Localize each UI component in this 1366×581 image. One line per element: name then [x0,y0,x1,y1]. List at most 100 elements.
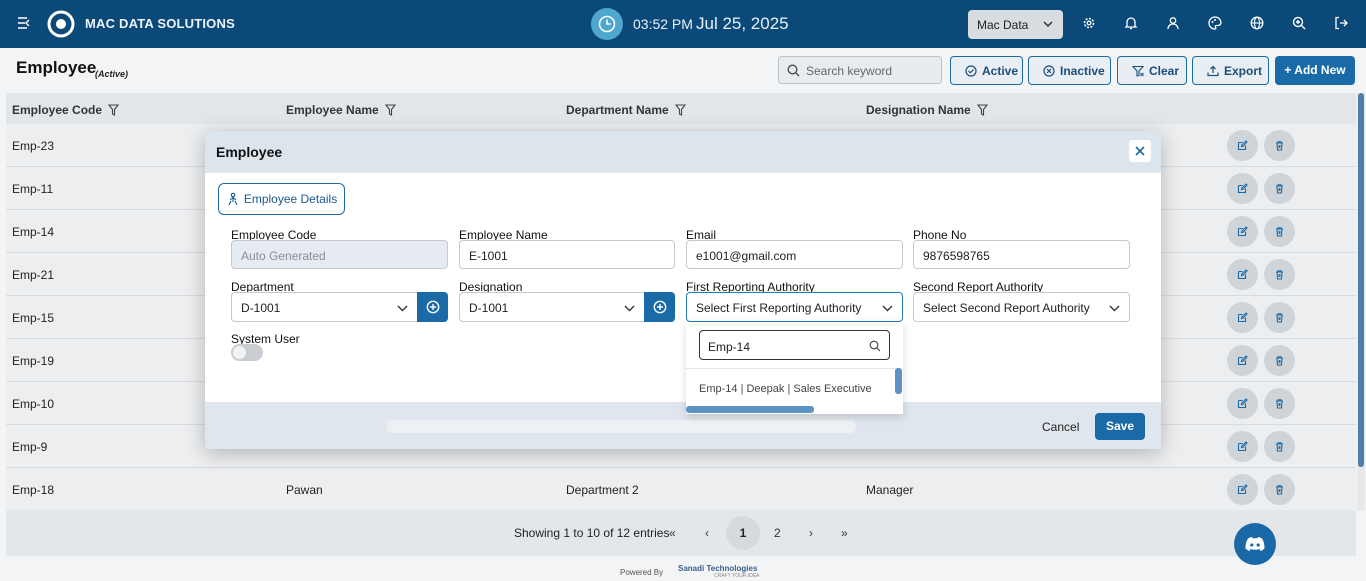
gear-icon[interactable] [1082,16,1098,32]
next-page-button[interactable]: › [809,526,813,540]
page-2-button[interactable]: 2 [774,526,781,540]
palette-icon[interactable] [1208,16,1224,32]
save-button[interactable]: Save [1095,413,1145,440]
edit-button[interactable] [1227,216,1258,247]
edit-button[interactable] [1227,474,1258,505]
table-cell: Emp-14 [12,225,55,239]
delete-button[interactable] [1264,474,1295,505]
add-department-button[interactable] [417,292,448,322]
delete-button[interactable] [1264,388,1295,419]
edit-icon [1237,484,1248,495]
first-authority-value: Select First Reporting Authority [696,301,862,315]
logout-icon[interactable] [1334,16,1350,32]
add-designation-button[interactable] [644,292,675,322]
delete-button[interactable] [1264,431,1295,462]
chevron-down-icon [882,303,893,313]
department-select[interactable]: D-1001 [231,292,418,322]
menu-toggle-icon[interactable] [17,16,33,30]
page-scrollbar-thumb[interactable] [1358,93,1364,467]
table-cell: Manager [866,483,914,497]
column-header-department-name[interactable]: Department Name [566,103,686,117]
system-user-toggle[interactable] [231,344,263,361]
edit-button[interactable] [1227,259,1258,290]
tab-employee-details[interactable]: Employee Details [218,183,345,215]
column-header-designation-name[interactable]: Designation Name [866,103,988,117]
delete-button[interactable] [1264,259,1295,290]
delete-button[interactable] [1264,302,1295,333]
cancel-button[interactable]: Cancel [1042,420,1079,434]
filter-icon[interactable] [976,104,988,116]
trash-icon [1276,313,1283,323]
employee-code-field[interactable]: Auto Generated [231,240,448,269]
clock-icon [591,8,623,40]
first-page-button[interactable]: « [669,526,676,540]
table-cell: Department 2 [566,483,639,497]
footer-company-name: Sanadi Technologies [678,564,758,573]
page-1-button[interactable]: 1 [726,516,760,550]
dropdown-search-value: Emp-14 [708,340,751,354]
zoom-icon[interactable] [1292,16,1308,32]
delete-button[interactable] [1264,345,1295,376]
delete-button[interactable] [1264,130,1295,161]
edit-icon [1237,183,1248,194]
dropdown-search-input[interactable]: Emp-14 [699,330,890,360]
edit-button[interactable] [1227,130,1258,161]
employee-name-field[interactable]: E-1001 [459,240,675,269]
globe-icon[interactable] [1250,16,1266,32]
edit-button[interactable] [1227,302,1258,333]
last-page-button[interactable]: » [841,526,848,540]
clear-button[interactable]: Clear [1117,56,1187,85]
edit-button[interactable] [1227,388,1258,419]
dropdown-option[interactable]: Emp-14 | Deepak | Sales Executive [699,383,872,395]
edit-button[interactable] [1227,431,1258,462]
edit-button[interactable] [1227,345,1258,376]
filter-icon[interactable] [108,104,120,116]
modal-header: Employee [205,131,1161,173]
pagination-summary: Showing 1 to 10 of 12 entries [514,526,670,540]
column-header-employee-code[interactable]: Employee Code [12,103,120,117]
table-row[interactable]: Emp-18 Pawan Department 2 Manager [6,468,1356,511]
delete-button[interactable] [1264,216,1295,247]
first-authority-select[interactable]: Select First Reporting Authority [686,292,903,322]
column-header-employee-name[interactable]: Employee Name [286,103,396,117]
filter-icon[interactable] [674,104,686,116]
trash-icon [1276,270,1283,280]
table-cell: Emp-10 [12,397,55,411]
team-icon [228,192,238,206]
chevron-down-icon [1109,303,1120,313]
edit-button[interactable] [1227,173,1258,204]
inactive-button[interactable]: Inactive [1028,56,1111,85]
dropdown-scrollbar-vertical[interactable] [895,368,902,394]
active-button[interactable]: Active [950,56,1023,85]
department-value: D-1001 [241,301,281,315]
table-cell: Emp-15 [12,311,55,325]
export-button[interactable]: Export [1192,56,1269,85]
designation-select[interactable]: D-1001 [459,292,645,322]
bell-icon[interactable] [1124,16,1140,32]
column-header-label: Employee Name [286,103,379,117]
user-icon[interactable] [1166,16,1182,32]
dropdown-scrollbar-horizontal[interactable] [686,406,814,413]
company-select-value: Mac Data [977,18,1029,32]
phone-value: 9876598765 [923,249,990,263]
edit-icon [1237,312,1248,323]
email-field[interactable]: e1001@gmail.com [686,240,903,269]
export-button-label: Export [1224,63,1263,78]
add-new-button[interactable]: + Add New [1275,56,1355,85]
close-button[interactable] [1129,140,1151,162]
company-select[interactable]: Mac Data [968,10,1063,39]
search-icon [787,64,800,77]
second-authority-select[interactable]: Select Second Report Authority [913,292,1130,322]
table-cell: Emp-23 [12,139,55,153]
upload-icon [1207,65,1219,76]
table-cell: Emp-11 [12,182,54,196]
chevron-down-icon [624,303,635,313]
delete-button[interactable] [1264,173,1295,204]
phone-field[interactable]: 9876598765 [913,240,1130,269]
prev-page-button[interactable]: ‹ [705,526,709,540]
search-input[interactable]: Search keyword [778,56,942,84]
discord-chat-button[interactable] [1234,523,1276,565]
table-cell: Emp-19 [12,354,55,368]
filter-icon[interactable] [384,104,396,116]
first-authority-dropdown: Emp-14 Emp-14 | Deepak | Sales Executive [686,322,903,414]
